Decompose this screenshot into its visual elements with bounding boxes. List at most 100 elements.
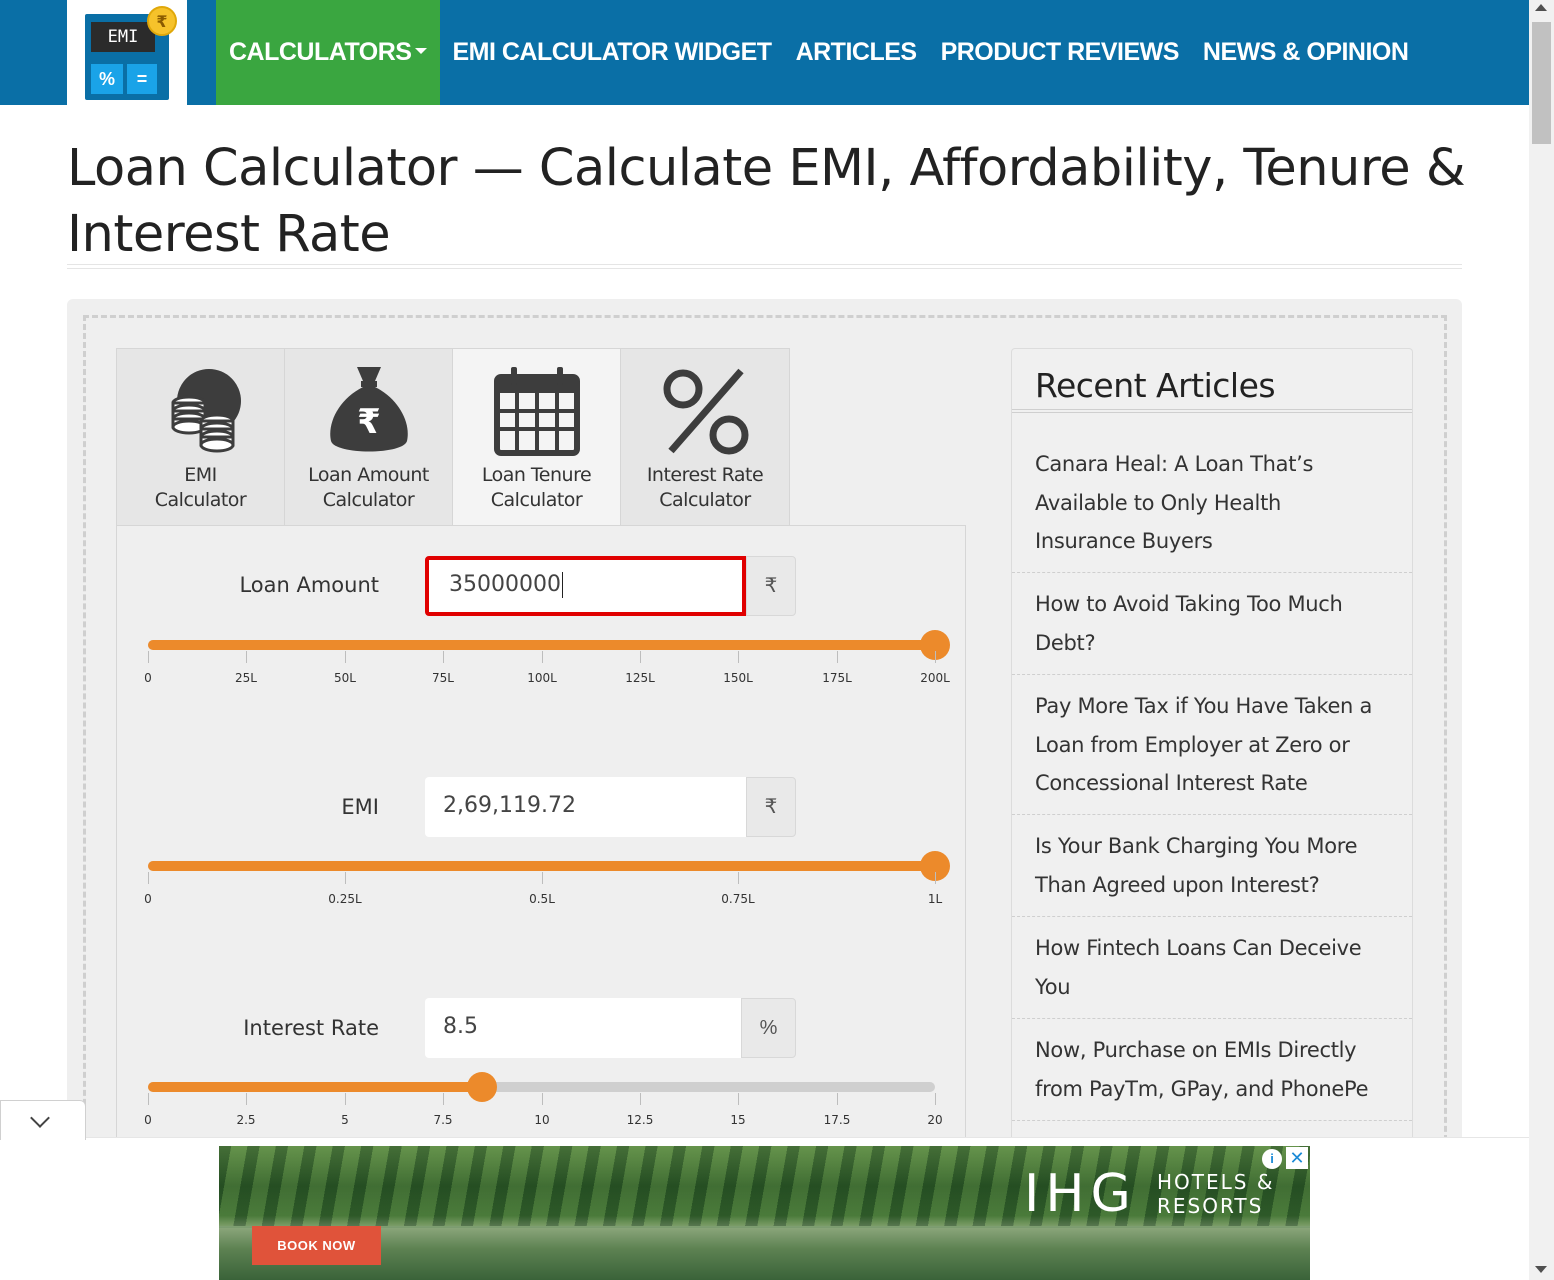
text-cursor (561, 572, 563, 598)
slider-tick-label: 0.25L (328, 892, 362, 906)
ad-close-icon[interactable]: ✕ (1286, 1147, 1308, 1169)
tab-loan-amount-label: Loan Amount Calculator (308, 464, 429, 511)
slider-tick (837, 1093, 838, 1105)
calculator-tabs: EMI Calculator ₹ Loan Amount Calculator Lo… (116, 348, 790, 527)
nav-news-opinion[interactable]: NEWS & OPINION (1191, 0, 1421, 105)
slider-fill (148, 640, 935, 650)
rupee-addon-icon: ₹ (746, 777, 796, 837)
article-link[interactable]: Now, Purchase on EMIs Directly from PayTm… (1035, 1031, 1395, 1108)
loan-amount-value: 35000000 (449, 572, 561, 597)
slider-tick (935, 651, 936, 663)
slider-tick-label: 75L (432, 671, 454, 685)
interest-rate-value: 8.5 (443, 1014, 478, 1039)
ad-background-water (219, 1228, 1310, 1280)
slider-tick (542, 872, 543, 884)
article-divider (1012, 1018, 1412, 1019)
tab-loan-tenure-calculator[interactable]: Loan Tenure Calculator (453, 349, 621, 527)
slider-tick (148, 651, 149, 663)
slider-tick (148, 872, 149, 884)
slider-tick-label: 150L (723, 671, 753, 685)
article-divider (1012, 674, 1412, 675)
nav-product-reviews[interactable]: PRODUCT REVIEWS (929, 0, 1191, 105)
ad-banner[interactable]: BOOK NOW IHG HOTELS & RESORTS i ✕ (219, 1146, 1310, 1280)
sidebar-title-divider (1012, 409, 1412, 413)
ad-info-icon[interactable]: i (1262, 1149, 1282, 1169)
slider-tick (345, 651, 346, 663)
ad-book-now-button[interactable]: BOOK NOW (252, 1226, 381, 1265)
slider-tick-label: 0 (144, 671, 152, 685)
nav-calculators-label: CALCULATORS (229, 38, 412, 66)
slider-tick-label: 200L (920, 671, 950, 685)
article-divider (1012, 814, 1412, 815)
article-divider (1012, 916, 1412, 917)
scrollbar-thumb[interactable] (1532, 22, 1551, 144)
slider-tick-label: 175L (822, 671, 852, 685)
slider-tick (935, 872, 936, 884)
article-link[interactable]: How Fintech Loans Can Deceive You (1035, 929, 1395, 1006)
scroll-down-arrow-icon[interactable] (1535, 1266, 1547, 1273)
slider-tick (837, 651, 838, 663)
slider-tick (345, 1093, 346, 1105)
percent-icon (663, 368, 749, 455)
logo-equals-key: = (127, 64, 157, 94)
slider-tick (738, 1093, 739, 1105)
loan-amount-slider[interactable] (148, 630, 950, 660)
slider-tick (542, 651, 543, 663)
slider-tick-label: 0.75L (721, 892, 755, 906)
slider-tick (738, 651, 739, 663)
nav-calculators[interactable]: CALCULATORS (216, 0, 441, 105)
slider-handle[interactable] (467, 1072, 497, 1102)
slider-tick (345, 872, 346, 884)
ad-brand-tagline: HOTELS & RESORTS (1157, 1170, 1275, 1218)
page-scrollbar[interactable] (1529, 0, 1554, 1280)
slider-tick (640, 651, 641, 663)
slider-tick-label: 7.5 (433, 1113, 453, 1127)
tab-interest-rate-calculator[interactable]: Interest Rate Calculator (621, 349, 789, 526)
article-link[interactable]: Pay More Tax if You Have Taken a Loan fro… (1035, 687, 1395, 803)
slider-tick-label: 20 (927, 1113, 943, 1127)
page-title: Loan Calculator — Calculate EMI, Afforda… (67, 139, 1466, 264)
slider-tick-label: 0.5L (529, 892, 555, 906)
tab-loan-amount-calculator[interactable]: ₹ Loan Amount Calculator (285, 349, 453, 526)
slider-tick-label: 1L (927, 892, 943, 906)
loan-amount-input[interactable]: 35000000 (425, 556, 746, 616)
scroll-up-arrow-icon[interactable] (1535, 4, 1547, 11)
site-logo[interactable]: EMI % = ₹ (67, 0, 187, 120)
emi-input[interactable]: 2,69,119.72 (425, 777, 746, 837)
interest-rate-slider[interactable] (148, 1072, 935, 1102)
slider-tick (443, 1093, 444, 1105)
tab-emi-calculator[interactable]: EMI Calculator (117, 349, 285, 526)
slider-tick-label: 10 (534, 1113, 550, 1127)
slider-tick-label: 0 (144, 892, 152, 906)
ad-background-image (219, 1146, 1310, 1226)
slider-tick-label: 17.5 (823, 1113, 851, 1127)
nav-emi-calculator-widget[interactable]: EMI CALCULATOR WIDGET (440, 0, 783, 105)
emi-slider[interactable] (148, 851, 950, 881)
rupee-coin-icon: ₹ (147, 6, 177, 36)
slider-tick-label: 2.5 (236, 1113, 256, 1127)
ad-collapse-toggle[interactable] (0, 1100, 86, 1140)
rupee-addon-icon: ₹ (746, 556, 796, 616)
slider-tick-label: 50L (334, 671, 356, 685)
logo-screen: EMI (91, 22, 155, 52)
logo-percent-key: % (91, 64, 123, 94)
interest-rate-input[interactable]: 8.5 (425, 998, 741, 1058)
slider-tick (640, 1093, 641, 1105)
sidebar-title: Recent Articles (1035, 366, 1276, 405)
slider-tick (246, 1093, 247, 1105)
slider-tick (443, 651, 444, 663)
article-link[interactable]: Canara Heal: A Loan That’s Available to O… (1035, 445, 1395, 561)
emi-label: EMI (341, 795, 379, 819)
slider-tick-label: 25L (235, 671, 257, 685)
main-nav: CALCULATORS EMI CALCULATOR WIDGET ARTICL… (216, 0, 1420, 105)
svg-text:₹: ₹ (357, 402, 381, 442)
coins-icon (171, 369, 241, 453)
article-link[interactable]: Is Your Bank Charging You More Than Agree… (1035, 827, 1395, 904)
slider-tick (738, 872, 739, 884)
nav-articles[interactable]: ARTICLES (784, 0, 929, 105)
slider-tick (935, 1093, 936, 1105)
slider-tick (542, 1093, 543, 1105)
tab-emi-label: EMI Calculator (154, 464, 247, 511)
article-link[interactable]: How to Avoid Taking Too Much Debt? (1035, 585, 1395, 662)
article-divider (1012, 1120, 1412, 1121)
